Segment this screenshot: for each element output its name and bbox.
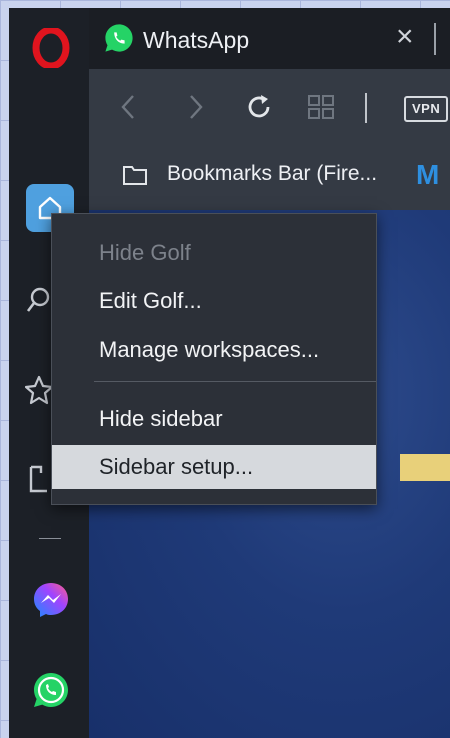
context-menu: Hide Golf Edit Golf... Manage workspaces… xyxy=(51,213,377,505)
whatsapp-icon xyxy=(105,24,133,52)
star-icon xyxy=(25,375,53,405)
messenger-icon xyxy=(34,583,68,617)
bookmarks-bar-folder[interactable]: Bookmarks Bar (Fire... xyxy=(167,162,377,186)
reload-icon xyxy=(248,95,270,118)
tab-snapshot-button[interactable] xyxy=(303,85,339,129)
menu-item-sidebar-setup[interactable]: Sidebar setup... xyxy=(52,445,376,489)
opera-logo-icon[interactable] xyxy=(29,26,73,70)
sidebar-separator xyxy=(39,538,61,539)
grid-icon xyxy=(308,95,334,119)
tab-close-button[interactable]: × xyxy=(396,22,414,52)
vpn-badge[interactable]: VPN xyxy=(404,96,449,122)
tab-divider xyxy=(434,23,436,55)
tab-title[interactable]: WhatsApp xyxy=(143,27,249,54)
menu-separator xyxy=(94,381,376,382)
whatsapp-icon xyxy=(34,673,68,707)
sidebar-item-messenger[interactable] xyxy=(29,578,73,622)
clipboard-icon xyxy=(29,465,47,493)
chevron-left-icon xyxy=(121,95,134,119)
title-bar: WhatsApp × xyxy=(89,8,450,69)
browser-toolbar: VPN Bookmarks Bar (Fire... M xyxy=(89,69,450,210)
search-icon xyxy=(26,287,50,312)
toolbar-divider xyxy=(365,93,367,123)
chevron-right-icon xyxy=(190,95,203,119)
menu-item-hide-golf: Hide Golf xyxy=(99,240,191,265)
forward-button[interactable] xyxy=(181,85,211,129)
menu-item-edit-golf[interactable]: Edit Golf... xyxy=(52,279,376,323)
sidebar-item-whatsapp[interactable] xyxy=(29,668,73,712)
bookmarks-bar: Bookmarks Bar (Fire... M xyxy=(89,145,450,210)
bookmark-item-next[interactable]: M xyxy=(416,159,439,191)
menu-item-manage-workspaces[interactable]: Manage workspaces... xyxy=(52,328,376,372)
address-row: VPN xyxy=(89,69,450,145)
reload-button[interactable] xyxy=(241,85,277,129)
folder-icon xyxy=(122,164,148,191)
tab-favicon xyxy=(103,22,135,59)
menu-item-hide-sidebar[interactable]: Hide sidebar xyxy=(52,397,376,441)
back-button[interactable] xyxy=(113,85,143,129)
content-highlight-bar xyxy=(400,454,450,481)
